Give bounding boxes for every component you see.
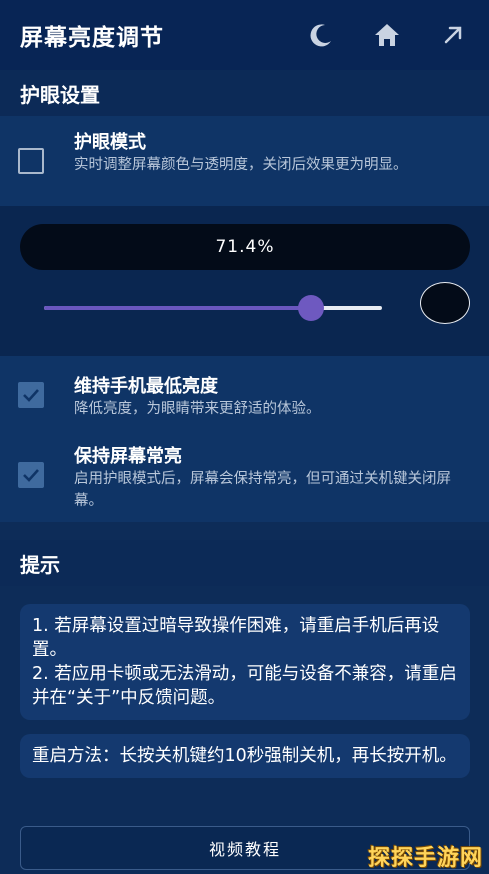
min-brightness-desc: 降低亮度，为眼睛带来更舒适的体验。 (74, 401, 321, 417)
min-brightness-checkbox[interactable] (18, 382, 44, 408)
color-swatch[interactable] (420, 282, 470, 324)
keep-screen-on-title: 保持屏幕常亮 (74, 446, 182, 467)
brightness-readout: 71.4% (20, 224, 470, 270)
arrow-up-right-icon[interactable] (438, 20, 468, 50)
brightness-percent: 71.4% (215, 237, 275, 257)
min-brightness-title: 维持手机最低亮度 (74, 376, 218, 397)
tip-line-1: 1. 若屏幕设置过暗导致操作困难，请重启手机后再设置。 (32, 616, 440, 660)
app-bar: 屏幕亮度调节 (0, 0, 489, 70)
brightness-slider[interactable] (44, 295, 382, 321)
tips-header: 提示 (0, 540, 489, 586)
home-icon[interactable] (372, 20, 402, 50)
keep-screen-on-checkbox[interactable] (18, 462, 44, 488)
tip-card-2: 重启方法：长按关机键约10秒强制关机，再长按开机。 (20, 734, 470, 778)
tip-line-2: 2. 若应用卡顿或无法滑动，可能与设备不兼容，请重启并在“关于”中反馈问题。 (32, 664, 457, 708)
tip-card-1: 1. 若屏幕设置过暗导致操作困难，请重启手机后再设置。 2. 若应用卡顿或无法滑… (20, 604, 470, 720)
app-title: 屏幕亮度调节 (20, 25, 164, 51)
restart-method: 重启方法：长按关机键约10秒强制关机，再长按开机。 (32, 746, 457, 766)
eye-mode-desc: 实时调整屏幕颜色与透明度，关闭后效果更为明显。 (74, 157, 408, 173)
moon-icon[interactable] (306, 20, 336, 50)
watermark: 探探手游网 (367, 846, 483, 871)
check-icon (23, 469, 39, 482)
slider-thumb[interactable] (298, 295, 325, 321)
options-panel: 维持手机最低亮度 降低亮度，为眼睛带来更舒适的体验。 保持屏幕常亮 启用护眼模式… (0, 356, 489, 522)
eye-mode-checkbox[interactable] (18, 148, 44, 174)
eye-mode-panel: 护眼模式 实时调整屏幕颜色与透明度，关闭后效果更为明显。 (0, 116, 489, 206)
slider-fill (44, 306, 312, 310)
check-icon (23, 389, 39, 402)
eye-mode-title: 护眼模式 (74, 132, 146, 153)
keep-screen-on-desc: 启用护眼模式后，屏幕会保持常亮，但可通过关机键关闭屏幕。 (74, 471, 451, 509)
eye-settings-header: 护眼设置 (0, 70, 489, 116)
